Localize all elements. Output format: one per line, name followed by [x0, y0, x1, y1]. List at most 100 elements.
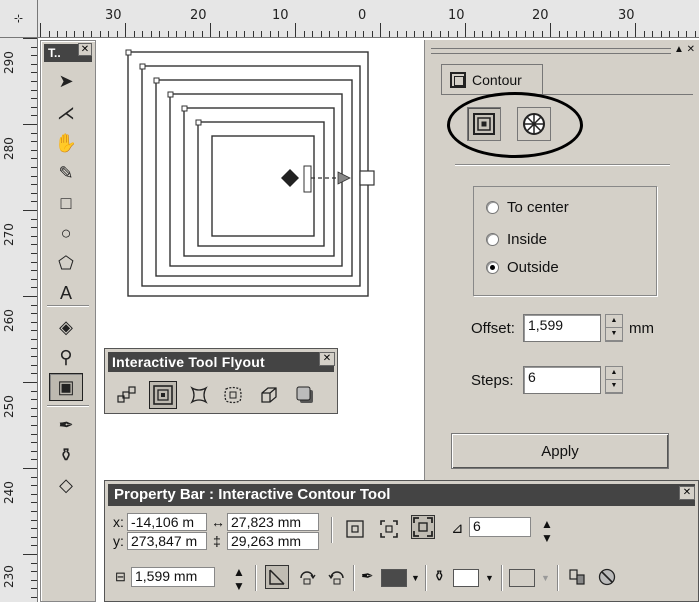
radio-outside[interactable]: Outside	[486, 259, 559, 276]
extrude-tool-button[interactable]	[255, 381, 283, 409]
vertical-ruler[interactable]: 290 280 270 260 250 240 230	[0, 38, 38, 602]
fill-color-dropdown[interactable]: ▼	[485, 573, 494, 583]
accent-fill-dropdown[interactable]: ▼	[541, 573, 550, 583]
property-bar-close-button[interactable]: ✕	[679, 486, 695, 500]
drop-shadow-tool-icon	[296, 386, 313, 403]
eyedropper-tool-button[interactable]: ⚲	[49, 343, 83, 371]
ruler-tick	[133, 31, 135, 37]
interactive-contour-tool-button[interactable]: ▣	[49, 373, 83, 401]
rectangle-tool-button[interactable]: □	[49, 189, 83, 217]
contour-offset-spinner[interactable]: ▲ ▼	[233, 565, 245, 593]
ruler-tick	[371, 31, 373, 37]
ruler-tick	[31, 89, 37, 91]
ruler-tick	[575, 31, 577, 37]
toolbox-close-button[interactable]: ✕	[78, 43, 92, 56]
blend-tool-button[interactable]	[113, 381, 141, 409]
distortion-tool-button[interactable]	[185, 381, 213, 409]
ruler-tick	[499, 31, 500, 37]
steps-spinner[interactable]: ▲ ▼	[605, 366, 623, 394]
ruler-tick	[31, 493, 37, 495]
property-bar-title[interactable]: Property Bar : Interactive Contour Tool	[108, 484, 695, 506]
object-width-field[interactable]: 27,823 mm	[227, 513, 319, 531]
offset-input[interactable]: 1,599	[523, 314, 601, 342]
ruler-tick	[176, 31, 177, 37]
counterclockwise-color-button[interactable]	[325, 565, 349, 589]
ruler-tick	[269, 31, 271, 37]
horizontal-ruler[interactable]: 30 20 10 0 10 20 30	[0, 0, 699, 38]
contour-tool-button[interactable]	[149, 381, 177, 409]
drop-shadow-tool-button[interactable]	[291, 381, 319, 409]
radio-outside-indicator[interactable]	[486, 261, 499, 274]
drawing-canvas[interactable]	[98, 38, 424, 368]
hand-drawn-highlight-circle	[447, 92, 583, 158]
radio-to-center[interactable]: To center	[486, 199, 569, 216]
ruler-tick	[303, 31, 305, 37]
ellipse-tool-button[interactable]: ○	[49, 219, 83, 247]
zoom-tool-button[interactable]: ✋	[49, 129, 83, 157]
to-center-button[interactable]	[343, 517, 367, 541]
y-position-field[interactable]: 273,847 m	[127, 532, 207, 550]
ruler-tick	[643, 31, 645, 37]
text-tool-button[interactable]: A	[49, 279, 83, 307]
ruler-tick	[31, 347, 37, 349]
ruler-tick	[439, 31, 441, 37]
outline-color-dropdown[interactable]: ▼	[411, 573, 420, 583]
tab-contour[interactable]: Contour	[441, 64, 543, 94]
offset-spinner[interactable]: ▲ ▼	[605, 314, 623, 342]
ruler-tick	[235, 31, 237, 37]
contour-steps-field[interactable]: 6	[469, 517, 531, 537]
envelope-tool-button[interactable]	[219, 381, 247, 409]
horizontal-ruler-label: 0	[358, 8, 367, 23]
object-height-field[interactable]: 29,263 mm	[227, 532, 319, 550]
ruler-tick	[320, 31, 322, 37]
y-position-label: y:	[113, 533, 124, 549]
vertical-ruler-label: 230	[2, 565, 16, 588]
linear-color-button[interactable]	[265, 565, 289, 589]
x-position-field[interactable]: -14,106 m	[127, 513, 207, 531]
contour-direction-group: To center Inside Outside	[473, 186, 657, 296]
ruler-tick	[31, 115, 37, 117]
radio-to-center-indicator[interactable]	[486, 201, 499, 214]
ruler-tick	[142, 31, 143, 37]
interactive-fill-tool-button[interactable]: ◇	[49, 471, 83, 499]
ruler-tick	[295, 23, 296, 37]
ruler-tick	[184, 31, 186, 37]
fill-tool-button[interactable]: ◈	[49, 313, 83, 341]
shape-tool-button[interactable]: ⋌	[49, 99, 83, 127]
flyout-title[interactable]: Interactive Tool Flyout	[108, 352, 334, 372]
pick-tool-button[interactable]: ➤	[49, 67, 83, 95]
inside-button[interactable]	[377, 517, 401, 541]
fill-flyout-tool-button[interactable]: ⚱	[49, 441, 83, 469]
ruler-tick	[592, 31, 594, 37]
radio-inside[interactable]: Inside	[486, 231, 547, 248]
outline-color-swatch[interactable]	[381, 569, 407, 587]
steps-input[interactable]: 6	[523, 366, 601, 394]
horizontal-ruler-label: 30	[105, 8, 122, 23]
ruler-tick	[31, 571, 37, 573]
accent-fill-swatch[interactable]	[509, 569, 535, 587]
ruler-origin-corner[interactable]: ⊹	[0, 0, 38, 38]
ruler-tick	[31, 545, 37, 547]
copy-contour-properties-button[interactable]	[565, 565, 589, 589]
docker-controls[interactable]: ▲ ✕	[674, 44, 695, 55]
docker-grip[interactable]	[431, 48, 671, 54]
apply-button[interactable]: Apply	[451, 433, 669, 469]
freehand-tool-button[interactable]: ✎	[49, 159, 83, 187]
shape-tool-icon: ⋌	[57, 102, 75, 123]
fill-color-swatch[interactable]	[453, 569, 479, 587]
flyout-close-button[interactable]: ✕	[319, 352, 335, 366]
polygon-tool-button[interactable]: ⬠	[49, 249, 83, 277]
outside-button[interactable]	[411, 515, 435, 539]
clockwise-color-button[interactable]	[295, 565, 319, 589]
outline-tool-button[interactable]: ✒	[49, 411, 83, 439]
ruler-tick	[31, 63, 37, 65]
clear-contour-button[interactable]	[595, 565, 619, 589]
contour-steps-spinner[interactable]: ▲ ▼	[541, 517, 553, 545]
ruler-tick	[31, 98, 37, 100]
property-bar: Property Bar : Interactive Contour Tool …	[104, 480, 699, 602]
contour-offset-field[interactable]: 1,599 mm	[131, 567, 215, 587]
width-icon: ↔	[211, 514, 225, 530]
zoom-tool-icon: ✋	[54, 132, 78, 153]
blend-tool-icon	[117, 386, 136, 403]
radio-inside-indicator[interactable]	[486, 233, 499, 246]
